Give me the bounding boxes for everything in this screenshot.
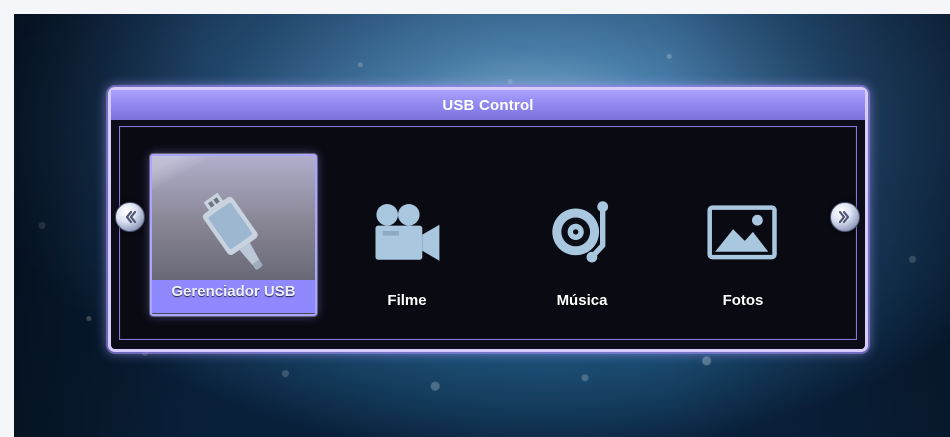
music-record-icon	[536, 186, 628, 276]
video-camera-icon	[361, 186, 453, 276]
previous-page-button[interactable]	[115, 202, 145, 232]
usb-manager-label: Gerenciador USB	[152, 280, 315, 313]
photo-landscape-icon	[697, 186, 789, 276]
movie-menu-item[interactable]: Filme	[352, 154, 462, 316]
music-label: Música	[556, 292, 608, 309]
usb-drive-icon	[180, 180, 288, 286]
music-menu-item[interactable]: Música	[522, 154, 642, 316]
next-page-button[interactable]	[830, 202, 860, 232]
photos-menu-item[interactable]: Fotos	[688, 154, 798, 316]
photos-label: Fotos	[722, 292, 764, 309]
usb-manager-menu-item[interactable]: Gerenciador USB	[150, 154, 317, 316]
double-chevron-right-icon	[838, 210, 850, 224]
window-title-bar: USB Control	[111, 90, 865, 120]
double-chevron-left-icon	[125, 210, 137, 224]
window-title: USB Control	[442, 96, 534, 114]
movie-label: Filme	[387, 292, 427, 309]
